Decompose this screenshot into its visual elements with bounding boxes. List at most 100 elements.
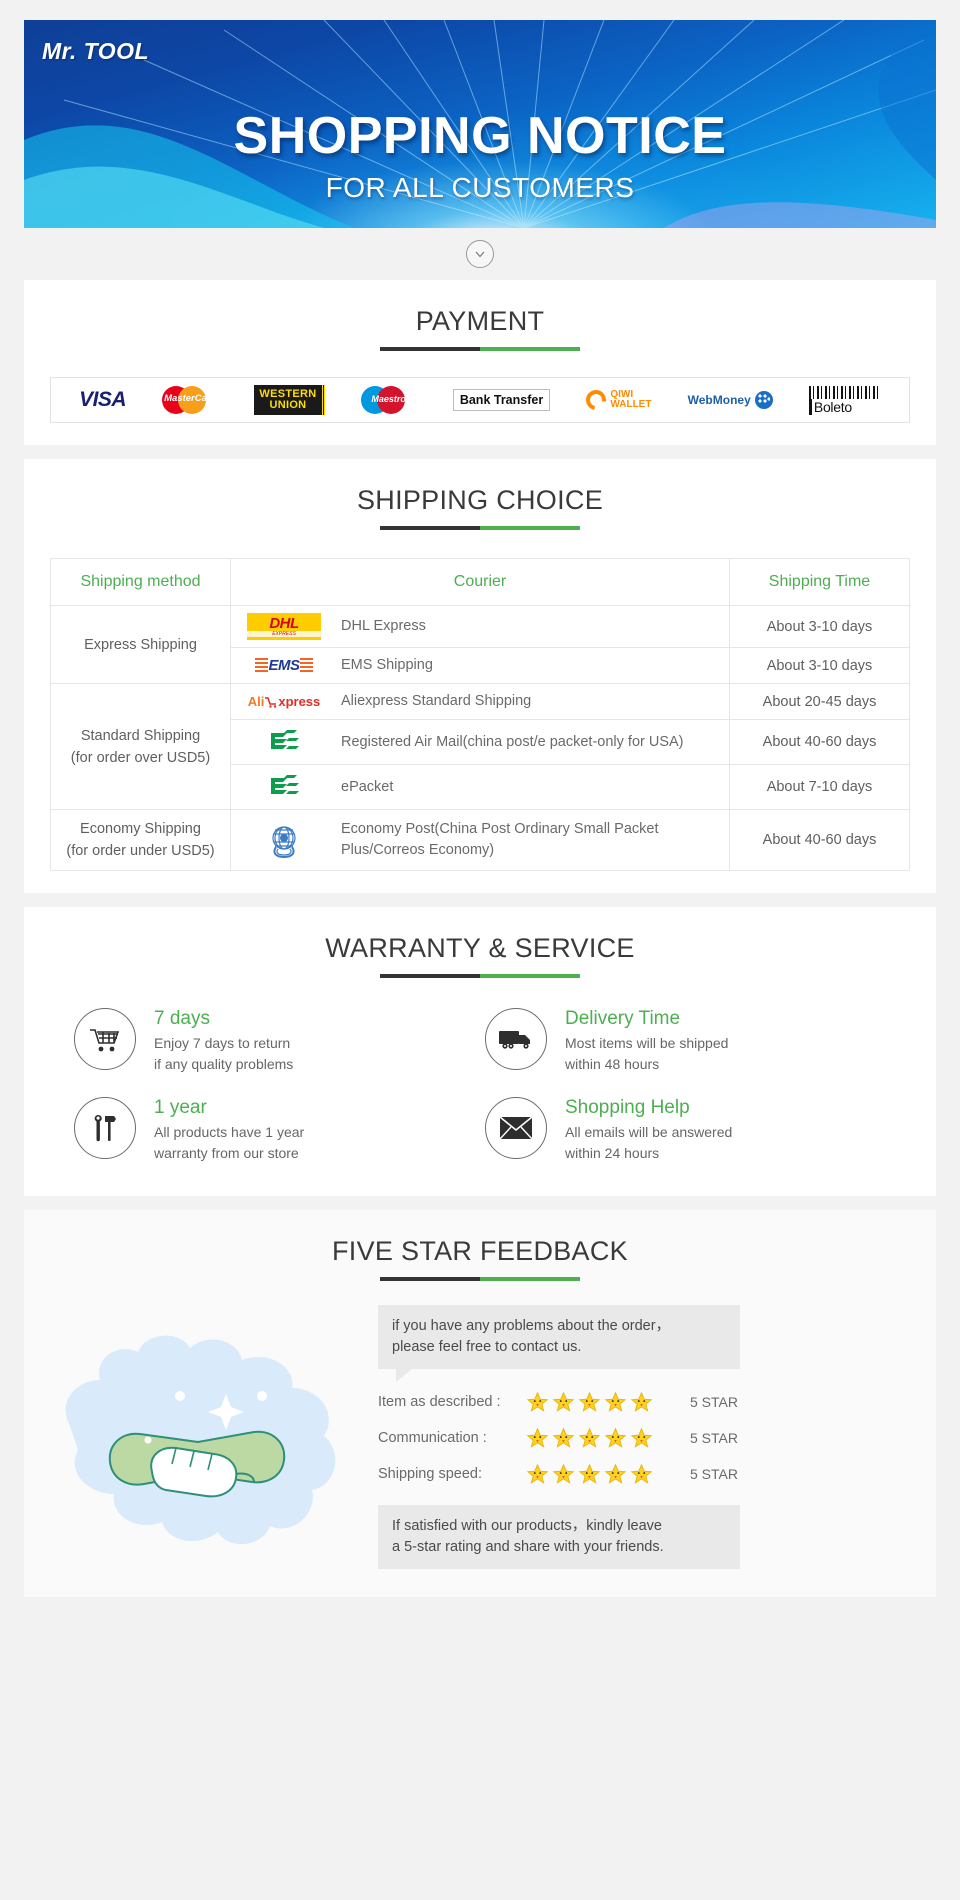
store-logo: Mr. TOOL: [42, 38, 150, 64]
webmoney-logo: WebMoney: [688, 391, 773, 409]
cart-icon: [265, 696, 277, 708]
qiwi-line2: WALLET: [610, 399, 652, 410]
un-logo: [241, 821, 327, 859]
ems-logo: EMS: [241, 657, 327, 674]
feature-title: Delivery Time: [565, 1008, 681, 1029]
shipping-heading: SHIPPING CHOICE: [356, 485, 604, 515]
feature-title: 7 days: [154, 1008, 210, 1029]
feature-desc-line2: if any quality problems: [154, 1056, 294, 1072]
maestro-logo: Maestro: [360, 384, 417, 416]
banner-title: SHOPPING NOTICE: [233, 107, 727, 165]
payment-method-maestro: Maestro: [360, 383, 417, 417]
star-icon: [630, 1391, 653, 1412]
bank-transfer-logo: Bank Transfer: [452, 389, 551, 411]
contact-message-line2: please feel free to contact us.: [392, 1339, 582, 1355]
feature-title: 1 year: [154, 1097, 207, 1118]
tools-icon: [74, 1097, 136, 1159]
maestro-label: Maestro: [371, 394, 406, 404]
courier-cell: ePacket: [230, 764, 730, 810]
webmoney-globe-icon: [754, 391, 773, 409]
feedback-heading: FIVE STAR FEEDBACK: [332, 1236, 628, 1266]
contact-message-bubble: if you have any problems about the order…: [378, 1305, 740, 1382]
table-row: Express Shipping DHL EXPRESS DHL Express …: [50, 605, 910, 684]
method-economy-line2: (for order under USD5): [66, 843, 215, 859]
barcode-icon: [808, 385, 881, 399]
feature-delivery-time: Delivery Time Most items will be shipped…: [485, 1008, 886, 1075]
payment-method-qiwi: QIWI WALLET: [582, 383, 652, 417]
method-economy-line1: Economy Shipping: [80, 821, 201, 837]
star-rating: [526, 1463, 676, 1485]
rating-row-communication: Communication : 5 STAR: [378, 1427, 906, 1449]
star-rating: [526, 1427, 676, 1449]
column-shipping-method: Shipping method: [50, 558, 231, 606]
western-union-logo: WESTERN UNION: [254, 385, 325, 415]
courier-name: Economy Post(China Post Ordinary Small P…: [341, 821, 659, 858]
warranty-heading: WARRANTY & SERVICE: [325, 933, 635, 963]
courier-cell: Ali xpress Aliexpress Standard Shipping: [230, 683, 730, 720]
rating-request-line1: If satisfied with our products，kindly le…: [392, 1518, 662, 1534]
webmoney-label: WebMoney: [687, 393, 751, 407]
rating-row-shipping-speed: Shipping speed: 5 STAR: [378, 1463, 906, 1485]
shipping-section: SHIPPING CHOICE Shipping method Courier …: [24, 459, 936, 893]
shopping-notice-page: Mr. TOOL SHOPPING NOTICE FOR ALL CUSTOME…: [0, 20, 960, 1625]
star-icon: [526, 1427, 549, 1448]
star-icon: [630, 1463, 653, 1484]
rating-value: 5 STAR: [690, 1394, 738, 1410]
mastercard-logo: MasterCard: [162, 384, 218, 416]
courier-cell: DHL EXPRESS DHL Express: [230, 605, 730, 648]
feature-desc-line2: within 48 hours: [565, 1056, 660, 1072]
shipping-time: About 40-60 days: [729, 809, 910, 871]
envelope-icon: [485, 1097, 547, 1159]
star-icon: [552, 1391, 575, 1412]
star-icon: [604, 1391, 627, 1412]
shipping-time: About 40-60 days: [729, 719, 910, 765]
rating-request-bubble: If satisfied with our products，kindly le…: [378, 1505, 740, 1569]
feature-desc-line1: All emails will be answered: [565, 1124, 733, 1140]
contact-message-line1: if you have any problems about the order…: [392, 1318, 671, 1334]
feedback-section: FIVE STAR FEEDBACK if you have any probl…: [24, 1210, 936, 1597]
truck-icon: [485, 1008, 547, 1070]
method-economy: Economy Shipping (for order under USD5): [50, 809, 231, 871]
feature-desc-line1: Enjoy 7 days to return: [154, 1035, 291, 1051]
qiwi-wallet-logo: QIWI WALLET: [582, 386, 652, 414]
star-icon: [552, 1463, 575, 1484]
banner-subtitle: FOR ALL CUSTOMERS: [325, 172, 635, 203]
feature-desc-line2: within 24 hours: [565, 1145, 660, 1161]
feature-shopping-help: Shopping Help All emails will be answere…: [485, 1097, 886, 1164]
chevron-down-icon[interactable]: [466, 240, 494, 268]
courier-cell: Economy Post(China Post Ordinary Small P…: [230, 809, 730, 871]
courier-name: EMS Shipping: [341, 657, 433, 673]
star-icon: [578, 1427, 601, 1448]
shipping-time: About 7-10 days: [729, 764, 910, 810]
table-header-row: Shipping method Courier Shipping Time: [50, 558, 910, 606]
payment-method-visa: VISA: [79, 383, 127, 417]
rating-label: Item as described :: [378, 1394, 501, 1410]
handshake-illustration: [38, 1322, 368, 1552]
payment-method-webmoney: WebMoney: [688, 383, 773, 417]
star-icon: [552, 1427, 575, 1448]
china-post-logo: [241, 772, 327, 802]
china-post-logo: [241, 727, 327, 757]
feature-warranty-period: 1 year All products have 1 year warranty…: [74, 1097, 475, 1164]
star-icon: [526, 1391, 549, 1412]
feature-desc-line1: All products have 1 year: [154, 1124, 305, 1140]
feature-title: Shopping Help: [565, 1097, 690, 1118]
star-icon: [604, 1427, 627, 1448]
feature-desc-line2: warranty from our store: [154, 1145, 299, 1161]
rating-row-item-as-described: Item as described : 5 STAR: [378, 1391, 906, 1413]
warranty-features: 7 days Enjoy 7 days to return if any qua…: [74, 1008, 886, 1164]
shipping-time: About 20-45 days: [729, 683, 910, 720]
rating-request-line2: a 5-star rating and share with your frie…: [392, 1539, 664, 1555]
boleto-logo: Boletо: [808, 385, 881, 415]
star-rating: [526, 1391, 676, 1413]
column-shipping-time: Shipping Time: [729, 558, 910, 606]
star-icon: [526, 1463, 549, 1484]
scroll-hint: [0, 228, 960, 280]
star-icon: [630, 1427, 653, 1448]
payment-method-mastercard: MasterCard: [162, 383, 218, 417]
boleto-label: Boletо: [808, 398, 852, 415]
payment-method-western-union: WESTERN UNION: [254, 383, 325, 417]
courier-cell: EMS EMS Shipping: [230, 647, 730, 684]
column-courier: Courier: [230, 558, 730, 606]
rating-value: 5 STAR: [690, 1430, 738, 1446]
